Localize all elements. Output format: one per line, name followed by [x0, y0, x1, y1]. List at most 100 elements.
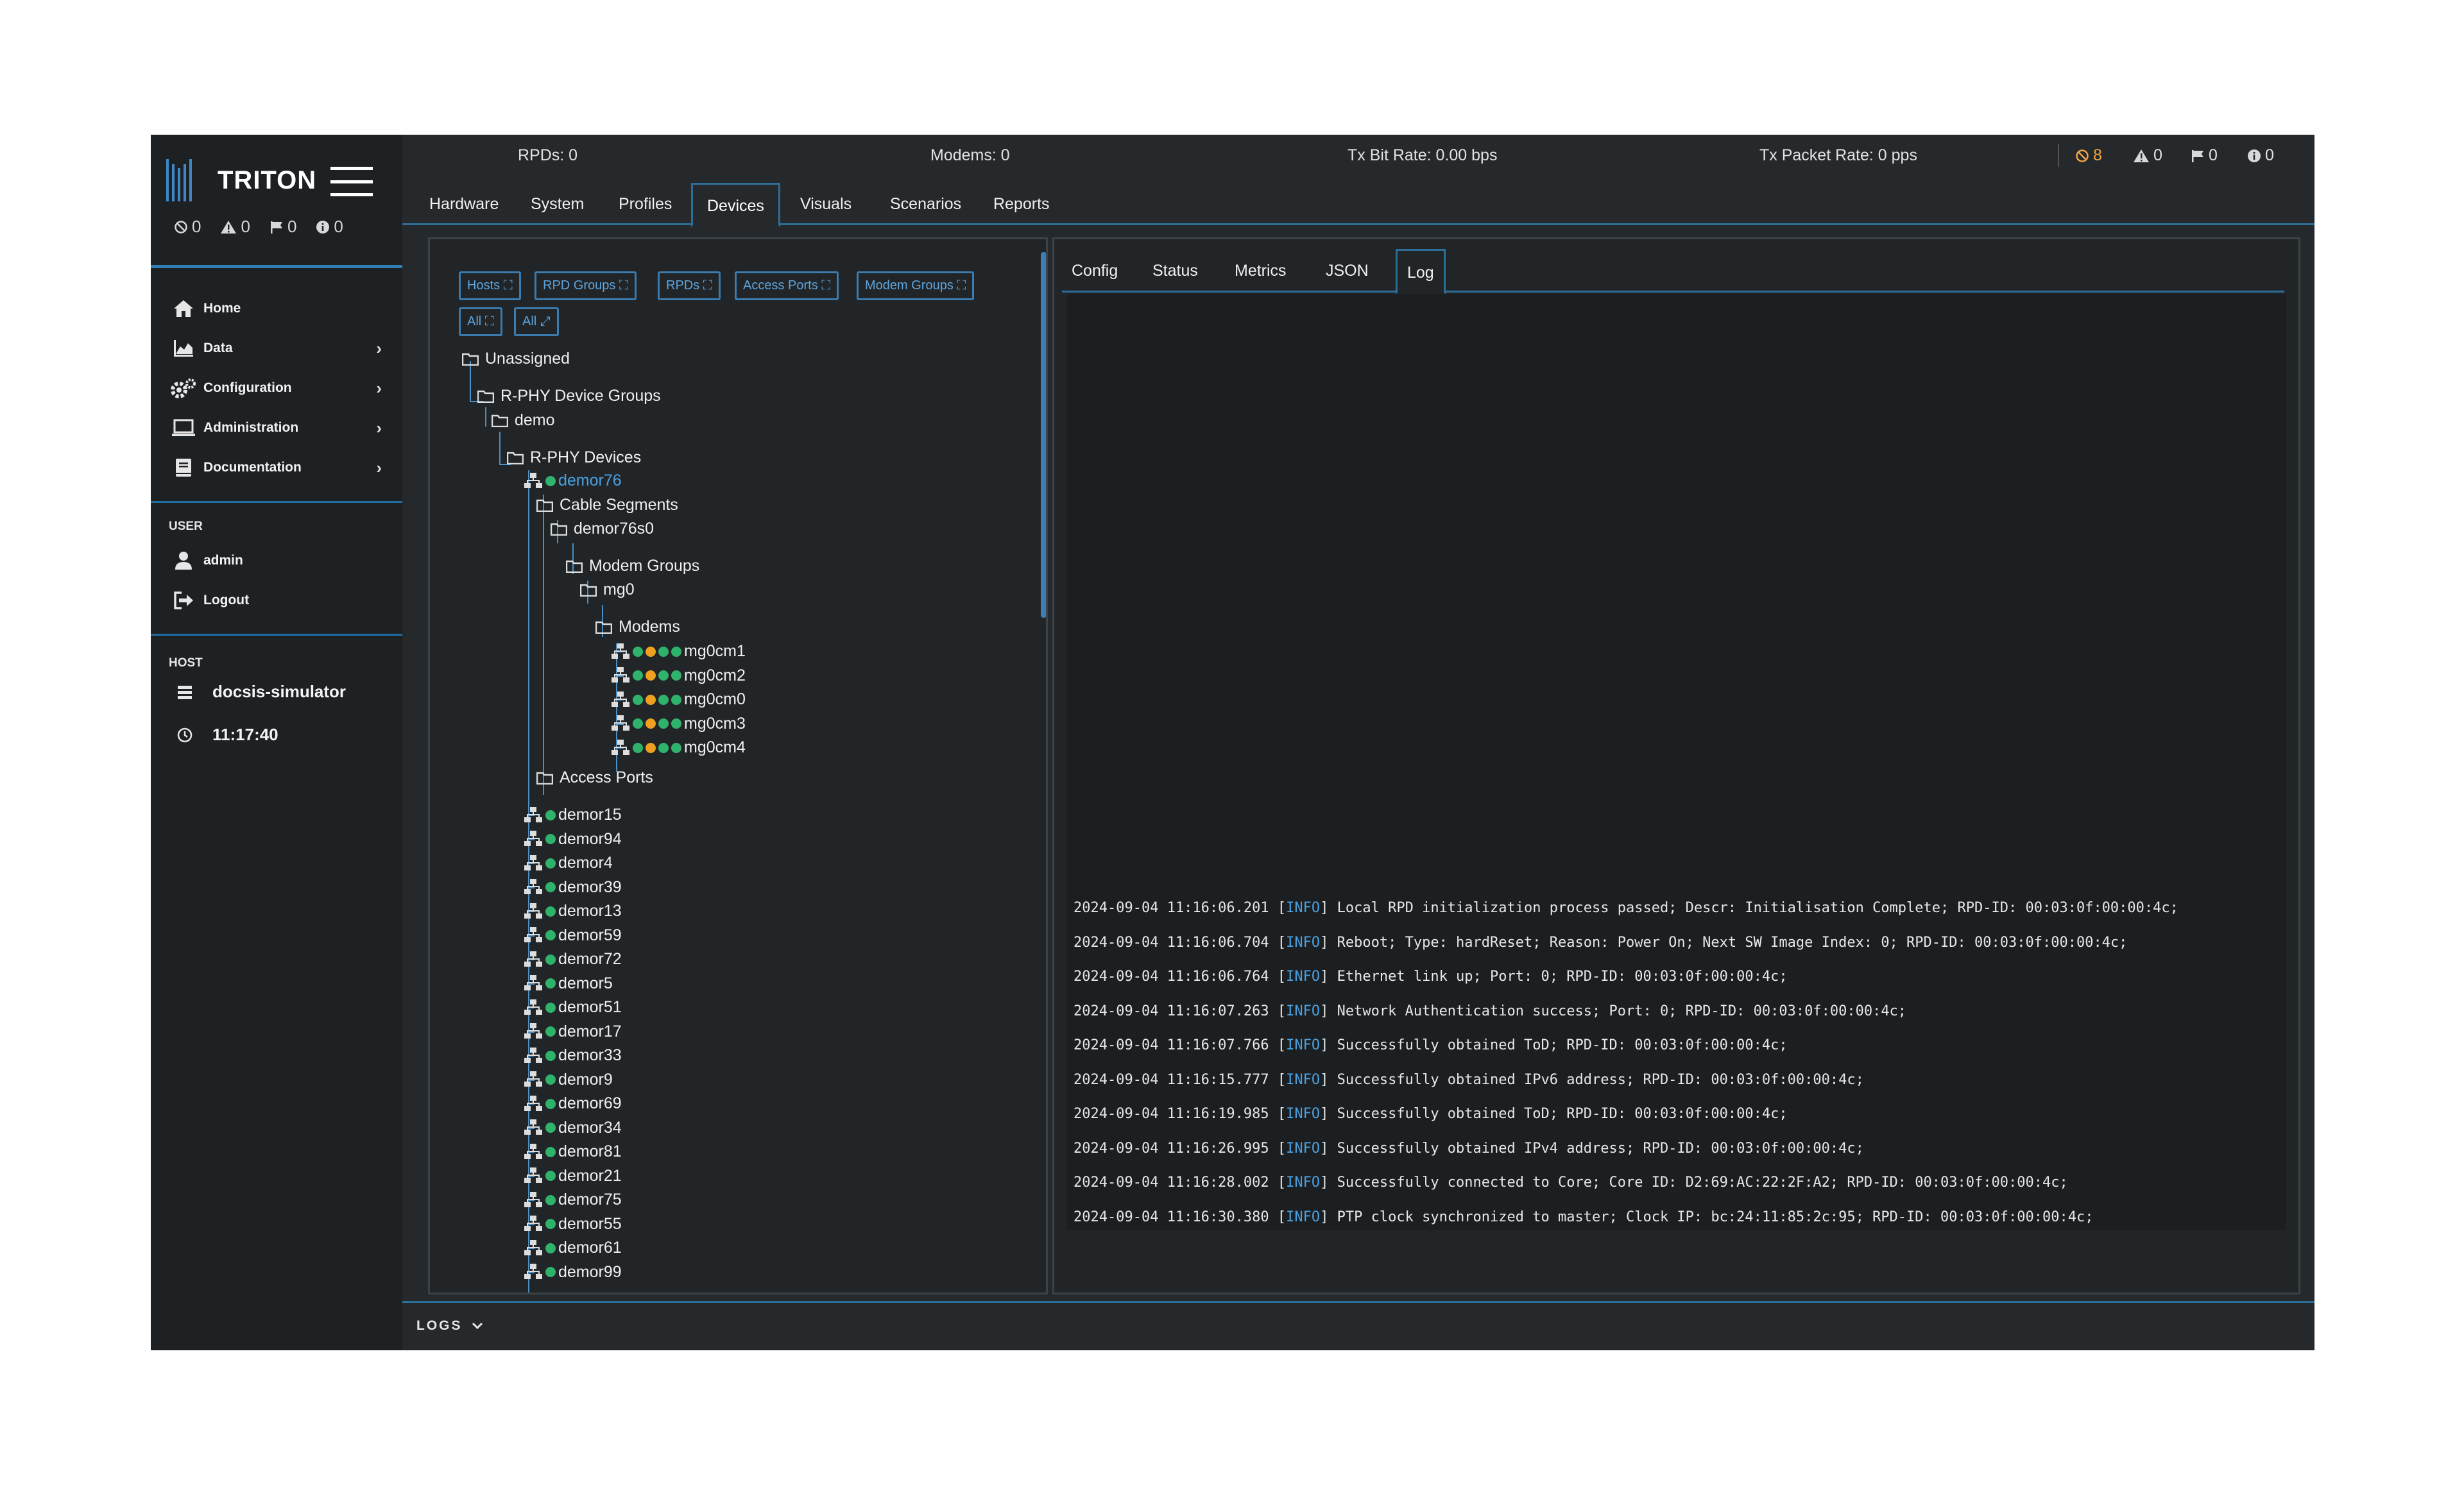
status-dot — [658, 694, 669, 705]
tab-config[interactable]: Config — [1062, 249, 1127, 293]
tree-scrollbar[interactable] — [1038, 239, 1046, 1293]
top-info-count[interactable]: 0 — [2247, 146, 2274, 165]
filter-hosts-button[interactable]: Hosts ⛶ — [459, 271, 521, 300]
detail-scrollbar[interactable] — [2288, 244, 2296, 1290]
ban-count[interactable]: 0 — [174, 217, 201, 237]
tree-device[interactable]: demor34 — [524, 1119, 622, 1137]
tree-label: demor33 — [558, 1046, 622, 1064]
tab-scenarios[interactable]: Scenarios — [876, 183, 975, 225]
tree-modem[interactable]: mg0cm0 — [611, 690, 746, 709]
tree-modem[interactable]: mg0cm2 — [611, 666, 746, 685]
nav-administration-label: Administration — [203, 420, 299, 435]
tree-device[interactable]: demor55 — [524, 1215, 622, 1234]
status-dot — [658, 718, 669, 729]
tree-device[interactable]: demor4 — [524, 854, 613, 872]
tree-modem[interactable]: mg0cm4 — [611, 738, 746, 757]
tree-device[interactable]: demor59 — [524, 926, 622, 945]
tab-log[interactable]: Log — [1396, 249, 1446, 294]
status-dot — [671, 670, 681, 681]
filter-access-ports-button[interactable]: Access Ports ⛶ — [735, 271, 839, 300]
top-ban-count[interactable]: 8 — [2075, 146, 2102, 165]
log-line: 2024-09-04 11:16:06.704 [INFO] Reboot; T… — [1074, 934, 2128, 951]
tab-metrics[interactable]: Metrics — [1225, 249, 1296, 293]
tree-device[interactable]: demor69 — [524, 1094, 622, 1113]
status-dot — [633, 718, 643, 729]
nav-user-admin[interactable]: admin — [170, 543, 395, 579]
status-dot — [633, 646, 643, 657]
nav-logout[interactable]: Logout — [170, 582, 395, 618]
tree-device[interactable]: demor21 — [524, 1167, 622, 1185]
top-warning-count[interactable]: 0 — [2133, 146, 2162, 165]
tab-profiles[interactable]: Profiles — [604, 183, 686, 225]
tree-device[interactable]: demor17 — [524, 1023, 622, 1041]
nav-administration[interactable]: Administration › — [170, 410, 395, 446]
logs-toggle[interactable]: LOGS — [416, 1318, 483, 1334]
tree-segment[interactable]: demor76s0 — [551, 520, 654, 538]
tree-label: Modem Groups — [589, 557, 700, 575]
log-level: INFO — [1286, 1037, 1321, 1053]
tab-hardware[interactable]: Hardware — [415, 183, 513, 225]
tree-device[interactable]: demor5 — [524, 974, 613, 993]
nav-data[interactable]: Data › — [170, 330, 395, 366]
tree-rphy-devices[interactable]: R-PHY Devices — [507, 448, 641, 467]
tab-visuals[interactable]: Visuals — [786, 183, 866, 225]
tree-device[interactable]: demor81 — [524, 1142, 622, 1161]
log-viewer[interactable]: 2024-09-04 11:16:06.201 [INFO] Local RPD… — [1067, 294, 2286, 1230]
tree-label: demor39 — [558, 878, 622, 896]
nav-documentation[interactable]: Documentation › — [170, 450, 395, 486]
tab-devices[interactable]: Devices — [691, 183, 780, 227]
tab-json[interactable]: JSON — [1316, 249, 1378, 293]
flag-count[interactable]: 0 — [270, 217, 296, 237]
tree-device[interactable]: demor72 — [524, 950, 622, 969]
tree-modem-groups[interactable]: Modem Groups — [566, 557, 699, 575]
filter-modem-groups-button[interactable]: Modem Groups ⛶ — [857, 271, 975, 300]
tree-modem[interactable]: mg0cm3 — [611, 715, 746, 733]
tree-device[interactable]: demor94 — [524, 830, 622, 849]
tree-rphy-device-groups[interactable]: R-PHY Device Groups — [477, 387, 661, 405]
tree-device[interactable]: demor99 — [524, 1263, 622, 1282]
nav-configuration[interactable]: Configuration › — [170, 370, 395, 406]
tree-device[interactable]: demor51 — [524, 998, 622, 1017]
log-timestamp: 2024-09-04 11:16:06.764 — [1074, 969, 1269, 985]
log-timestamp: 2024-09-04 11:16:06.704 — [1074, 934, 1269, 951]
scrollbar-thumb[interactable] — [1041, 252, 1046, 618]
filter-rpd-groups-button[interactable]: RPD Groups ⛶ — [535, 271, 637, 300]
tree-device[interactable]: demor15 — [524, 806, 622, 824]
status-dot — [671, 718, 681, 729]
folder-icon — [536, 772, 553, 785]
tree-modems[interactable]: Modems — [595, 618, 680, 636]
tree-device[interactable]: demor75 — [524, 1191, 622, 1209]
tree-device[interactable]: demor39 — [524, 878, 622, 897]
tab-system[interactable]: System — [517, 183, 598, 225]
info-count[interactable]: 0 — [316, 217, 343, 237]
nav-home[interactable]: Home — [170, 291, 395, 327]
status-dot — [658, 670, 669, 681]
folder-icon — [462, 353, 479, 366]
collapse-all-button[interactable]: All ⤢ — [514, 307, 559, 336]
tree-modem[interactable]: mg0cm1 — [611, 642, 746, 661]
tab-status[interactable]: Status — [1143, 249, 1208, 293]
tree-device-selected[interactable]: demor76 — [524, 471, 622, 490]
tree-device[interactable]: demor61 — [524, 1239, 622, 1257]
filter-rpds-button[interactable]: RPDs ⛶ — [658, 271, 721, 300]
tree-unassigned[interactable]: Unassigned — [462, 350, 570, 368]
warning-count[interactable]: 0 — [220, 217, 250, 237]
tree-cable-segments[interactable]: Cable Segments — [536, 496, 678, 514]
tree-device[interactable]: demor13 — [524, 902, 622, 921]
top-flag-count[interactable]: 0 — [2191, 146, 2218, 165]
folder-icon — [551, 523, 567, 536]
tree-group-demo[interactable]: demo — [492, 411, 555, 430]
status-dot — [545, 1267, 556, 1277]
tree-device[interactable]: demor33 — [524, 1046, 622, 1065]
sidebar: TRITON 0 0 0 0 Home Data › Configuration… — [151, 135, 402, 1350]
expand-all-button[interactable]: All ⛶ — [459, 307, 502, 336]
user-icon — [170, 549, 197, 572]
tree-modem-group[interactable]: mg0 — [580, 581, 635, 599]
hamburger-menu-icon[interactable] — [330, 167, 373, 196]
tree-access-ports[interactable]: Access Ports — [536, 768, 653, 787]
chevron-right-icon: › — [376, 378, 382, 398]
tree-label: mg0cm4 — [684, 738, 746, 756]
tab-reports[interactable]: Reports — [979, 183, 1064, 225]
tree-device[interactable]: demor9 — [524, 1071, 613, 1089]
status-dot — [671, 694, 681, 705]
